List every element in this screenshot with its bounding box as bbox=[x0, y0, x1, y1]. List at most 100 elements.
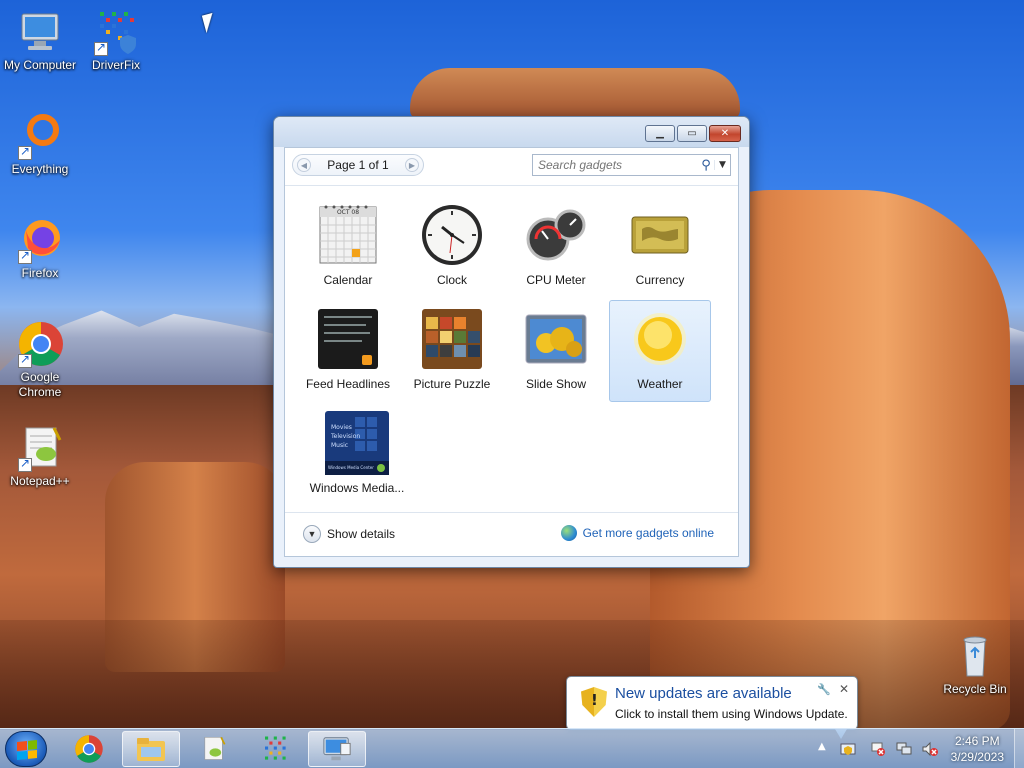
gadget-windows-media-center[interactable]: Movies Television Music Windows Media Ce… bbox=[297, 404, 417, 506]
notification-message: Click to install them using Windows Upda… bbox=[615, 707, 848, 721]
next-page-button[interactable]: ▶ bbox=[404, 158, 419, 172]
minimize-icon: ▁ bbox=[656, 128, 664, 139]
taskbar-gadgets-button[interactable] bbox=[308, 731, 366, 767]
search-box: ⚲ ▼ bbox=[532, 154, 731, 176]
restore-button[interactable]: ▭ bbox=[677, 125, 707, 142]
firefox-icon bbox=[16, 216, 64, 264]
notification-close-button[interactable]: ✕ bbox=[839, 682, 849, 696]
recycle-bin-icon bbox=[951, 632, 999, 680]
search-input[interactable] bbox=[533, 158, 698, 172]
shortcut-arrow-icon bbox=[94, 40, 108, 56]
rock-arch-top bbox=[410, 68, 740, 120]
taskbar-explorer-button[interactable] bbox=[122, 731, 180, 767]
desktop-icon-label: Recycle Bin bbox=[943, 682, 1007, 696]
chrome-icon bbox=[75, 735, 103, 763]
desktop-icon-recycle-bin[interactable]: Recycle Bin bbox=[935, 632, 1015, 697]
driverfix-icon bbox=[92, 8, 140, 56]
media-center-menu-item: Music bbox=[331, 442, 349, 449]
desktop-icon-my-computer[interactable]: My Computer bbox=[0, 8, 80, 73]
gadget-name: CPU Meter bbox=[526, 273, 586, 287]
gadget-name: Weather bbox=[637, 377, 683, 391]
volume-muted-icon[interactable] bbox=[922, 741, 938, 757]
media-center-menu-item: Movies bbox=[331, 424, 352, 431]
rss-icon bbox=[316, 307, 380, 371]
gadget-gallery-window: ▁ ▭ ✕ ◀ Page 1 of 1 ▶ ⚲ ▼ OCT 08 bbox=[273, 116, 750, 568]
desktop-icon-everything[interactable]: Everything bbox=[0, 112, 80, 177]
windows-update-tray-icon[interactable] bbox=[840, 741, 856, 757]
chevron-down-icon: ▼ bbox=[303, 525, 321, 543]
everything-search-icon bbox=[16, 112, 64, 160]
desktop-icon-label: Everything bbox=[11, 162, 69, 176]
gadget-weather[interactable]: Weather bbox=[609, 300, 711, 402]
desktop-gadgets-icon bbox=[323, 737, 351, 761]
shortcut-arrow-icon bbox=[18, 352, 32, 368]
calendar-icon: OCT 08 bbox=[316, 203, 380, 267]
taskbar-driverfix-button[interactable] bbox=[246, 731, 304, 767]
window-titlebar[interactable]: ▁ ▭ ✕ bbox=[274, 117, 749, 147]
windows-logo-icon bbox=[17, 739, 37, 761]
warning-mark: ! bbox=[591, 691, 598, 709]
shortcut-arrow-icon bbox=[18, 144, 32, 160]
clock-icon bbox=[420, 203, 484, 267]
action-center-icon[interactable] bbox=[870, 741, 886, 757]
show-details-toggle[interactable]: ▼ Show details bbox=[303, 525, 395, 543]
media-center-brand: Windows Media Center bbox=[328, 465, 374, 470]
network-icon[interactable] bbox=[896, 741, 912, 757]
notification-options-icon[interactable]: 🔧 bbox=[817, 683, 831, 696]
desktop-icon-firefox[interactable]: Firefox bbox=[0, 216, 80, 281]
gadget-clock[interactable]: Clock bbox=[401, 196, 503, 298]
puzzle-icon bbox=[420, 307, 484, 371]
notepad-plus-plus-icon bbox=[204, 736, 226, 760]
gadget-cpu-meter[interactable]: CPU Meter bbox=[505, 196, 607, 298]
desktop-icon-label: My Computer bbox=[3, 58, 77, 72]
previous-page-button[interactable]: ◀ bbox=[297, 158, 311, 172]
search-dropdown-button[interactable]: ▼ bbox=[714, 160, 730, 170]
chevron-right-icon: ▶ bbox=[408, 160, 416, 170]
show-hidden-icons-button[interactable]: ▲ bbox=[818, 741, 834, 757]
chevron-left-icon: ◀ bbox=[300, 160, 308, 170]
taskbar-notepad-plus-plus-button[interactable] bbox=[184, 731, 242, 767]
gadget-currency[interactable]: Currency bbox=[609, 196, 711, 298]
globe-icon bbox=[560, 525, 577, 541]
desktop-icon-google-chrome[interactable]: Google Chrome bbox=[0, 320, 80, 400]
show-details-label: Show details bbox=[327, 527, 396, 541]
gadget-picture-puzzle[interactable]: Picture Puzzle bbox=[401, 300, 503, 402]
gadget-name: Calendar bbox=[323, 273, 373, 287]
folder-icon bbox=[137, 738, 165, 761]
start-button[interactable] bbox=[5, 731, 47, 767]
gadget-feed-headlines[interactable]: Feed Headlines bbox=[297, 300, 399, 402]
notepad-plus-plus-icon bbox=[16, 424, 64, 472]
computer-icon bbox=[16, 8, 64, 56]
get-more-gadgets-link[interactable]: Get more gadgets online bbox=[560, 525, 714, 541]
driverfix-icon bbox=[265, 736, 286, 760]
gadget-name: Slide Show bbox=[525, 377, 587, 391]
taskbar: ▲ 2:46 PM 3/29/2023 bbox=[0, 728, 1024, 768]
gallery-toolbar: ◀ Page 1 of 1 ▶ ⚲ ▼ bbox=[285, 148, 738, 186]
desktop-icon-driverfix[interactable]: DriverFix bbox=[76, 8, 156, 73]
minimize-button[interactable]: ▁ bbox=[645, 125, 675, 142]
cpu-meter-icon bbox=[524, 203, 588, 267]
chrome-icon bbox=[16, 320, 64, 368]
gadget-gallery-body: ◀ Page 1 of 1 ▶ ⚲ ▼ OCT 08 Calendar bbox=[284, 147, 739, 557]
close-button[interactable]: ✕ bbox=[709, 125, 741, 142]
show-desktop-button[interactable] bbox=[1014, 729, 1024, 768]
update-notification-balloon[interactable]: ! New updates are available Click to ins… bbox=[566, 676, 858, 739]
search-icon[interactable]: ⚲ bbox=[698, 158, 714, 173]
gadget-name: Windows Media... bbox=[309, 481, 405, 495]
desktop-icon-notepad-plus-plus[interactable]: Notepad++ bbox=[0, 424, 80, 489]
gadget-name: Currency bbox=[635, 273, 685, 287]
gadget-calendar[interactable]: OCT 08 Calendar bbox=[297, 196, 399, 298]
clock-date: 3/29/2023 bbox=[950, 750, 1004, 764]
desktop-icon-label: Notepad++ bbox=[10, 474, 70, 488]
gadget-slide-show[interactable]: Slide Show bbox=[505, 300, 607, 402]
gadget-name: Feed Headlines bbox=[305, 377, 391, 391]
page-indicator: Page 1 of 1 bbox=[327, 158, 389, 172]
taskbar-clock[interactable]: 2:46 PM 3/29/2023 bbox=[951, 733, 1004, 765]
desktop-icon-label: DriverFix bbox=[92, 58, 140, 72]
get-more-gadgets-label: Get more gadgets online bbox=[582, 526, 714, 540]
restore-icon: ▭ bbox=[687, 128, 697, 139]
currency-icon bbox=[628, 203, 692, 267]
close-icon: ✕ bbox=[838, 682, 849, 696]
taskbar-chrome-button[interactable] bbox=[60, 731, 118, 767]
weather-sun-icon bbox=[628, 307, 692, 371]
